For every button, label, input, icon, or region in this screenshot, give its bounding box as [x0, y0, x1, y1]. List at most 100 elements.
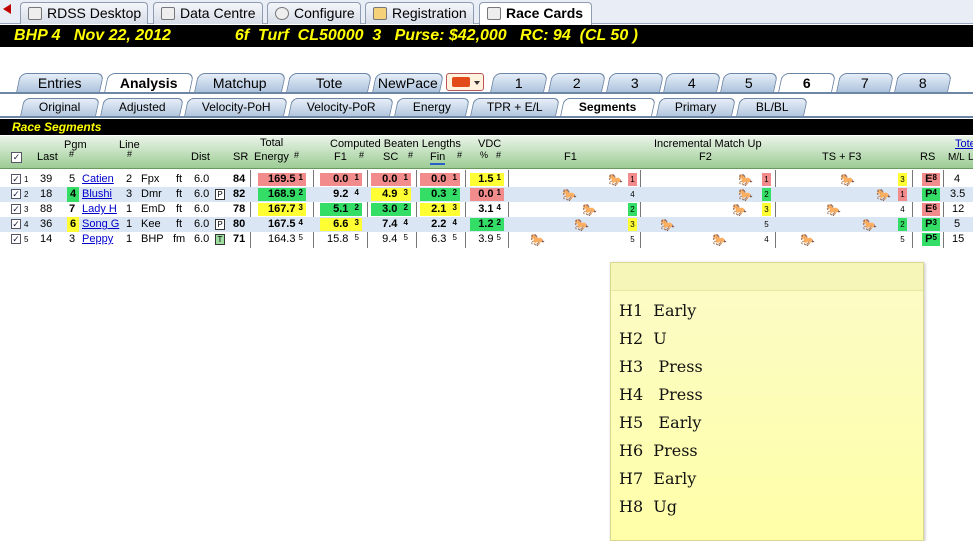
subtab-energy[interactable]: Energy: [394, 98, 470, 116]
horse-name-link[interactable]: Catien: [82, 172, 114, 187]
line-number: 1: [126, 203, 133, 215]
header-last: Last: [37, 151, 58, 163]
tab-race-3[interactable]: 3: [605, 73, 665, 93]
running-style: P5: [922, 233, 940, 246]
distance: 6.0: [194, 173, 210, 185]
subtab-velocity-poh[interactable]: Velocity-PoH: [184, 98, 288, 116]
header-ml: M/L: [948, 152, 965, 163]
table-row[interactable]: ✓ 1 39 5 Catien 2 Fpx ft 6.0 84 169.5 1 …: [0, 172, 973, 187]
horse-name-link[interactable]: Peppy: [82, 232, 113, 247]
morning-line: 4: [954, 173, 961, 185]
tab-tote[interactable]: Tote: [285, 73, 373, 93]
sticky-note[interactable]: H1 Early H2 U H3 Press H4 Press H5 Early…: [610, 262, 924, 541]
horse-position-icon: 🐎: [712, 233, 727, 247]
race-header: BHP 4 Nov 22, 2012 6f Turf CL50000 3 Purs…: [0, 25, 973, 47]
sc-value: 0.0 1: [371, 173, 411, 186]
imu-f1-rank: 2: [628, 203, 637, 216]
imu-f1-rank: 3: [628, 218, 637, 231]
running-style: P3: [922, 218, 940, 231]
header-energy-hash: #: [294, 150, 300, 160]
header-computed-beaten-lengths: Computed Beaten Lengths: [330, 138, 461, 150]
track-code: BHP: [141, 233, 164, 245]
table-row[interactable]: ✓ 5 14 3 Peppy 1 BHP fm 6.0 T 71 164.3 5…: [0, 232, 973, 247]
subtab-tpr-el[interactable]: TPR + E/L: [470, 98, 560, 116]
tab-entries[interactable]: Entries: [15, 73, 105, 93]
horse-name-link[interactable]: Lady H: [82, 202, 117, 217]
note-line: H5 Early: [619, 413, 702, 432]
tab-race-2[interactable]: 2: [547, 73, 607, 93]
tab-configure[interactable]: Configure: [267, 2, 361, 24]
tab-registration[interactable]: Registration: [365, 2, 474, 24]
line-number: 3: [126, 188, 133, 200]
tab-analysis[interactable]: Analysis: [103, 73, 195, 93]
track-condition: ft: [176, 188, 183, 200]
flag-dropdown[interactable]: [446, 73, 484, 91]
header-f1-hash: #: [359, 150, 365, 160]
header-dist: Dist: [191, 151, 210, 163]
horse-position-icon: 🐎: [574, 218, 589, 232]
select-all-checkbox[interactable]: ✓: [11, 152, 22, 163]
horse-position-icon: 🐎: [738, 173, 753, 187]
row-index: 3: [24, 205, 29, 214]
subtab-velocity-por[interactable]: Velocity-PoR: [288, 98, 394, 116]
horse-name-link[interactable]: Song G: [82, 217, 119, 232]
imu-ts-rank: 1: [898, 188, 907, 201]
line-number: 1: [126, 233, 133, 245]
speed-rating: 80: [233, 218, 246, 230]
subtab-primary[interactable]: Primary: [656, 98, 736, 116]
table-row[interactable]: ✓ 4 36 6 Song G 1 Kee ft 6.0 P 80 167.5 …: [0, 217, 973, 232]
horse-name-link[interactable]: Blushi: [82, 187, 112, 202]
tab-race-cards[interactable]: Race Cards: [479, 2, 592, 25]
note-line: H3 Press: [619, 357, 703, 376]
row-checkbox[interactable]: ✓: [11, 189, 21, 199]
race-cards-window: RDSS Desktop Data Centre Configure Regis…: [0, 0, 973, 541]
header-fin[interactable]: Fin: [430, 151, 446, 165]
tab-data-centre[interactable]: Data Centre: [153, 2, 263, 24]
horse-position-icon: 🐎: [738, 188, 753, 202]
subtab-original[interactable]: Original: [20, 98, 100, 116]
subtab-adjusted[interactable]: Adjusted: [100, 98, 184, 116]
header-sc: SC: [383, 151, 399, 163]
surface-marker: T: [215, 234, 225, 245]
horse-position-icon: 🐎: [800, 233, 815, 247]
tab-matchup[interactable]: Matchup: [193, 73, 287, 93]
table-row[interactable]: ✓ 3 88 7 Lady H 1 EmD ft 6.0 78 167.7 3 …: [0, 202, 973, 217]
track-code: Dmr: [141, 188, 162, 200]
row-checkbox[interactable]: ✓: [11, 234, 21, 244]
horse-icon: [28, 7, 42, 20]
tab-row-divider: [0, 92, 973, 94]
racecard-icon: [487, 7, 501, 20]
f1-value: 15.8 5: [327, 233, 359, 245]
back-arrow-icon[interactable]: [3, 4, 11, 14]
row-checkbox[interactable]: ✓: [11, 204, 21, 214]
program-number: 5: [68, 173, 76, 185]
distance: 6.0: [194, 203, 210, 215]
running-style: E8: [922, 173, 940, 186]
subtab-bl-bl[interactable]: BL/BL: [736, 98, 808, 116]
horse-position-icon: 🐎: [582, 203, 597, 217]
header-pgm: Pgm: [64, 139, 87, 151]
energy-value: 164.3 5: [267, 233, 303, 245]
row-checkbox[interactable]: ✓: [11, 174, 21, 184]
header-imu-f2: F2: [699, 151, 712, 163]
sc-value: 7.4 4: [382, 218, 408, 230]
tab-race-1[interactable]: 1: [489, 73, 549, 93]
subtab-segments[interactable]: Segments: [560, 98, 656, 116]
tab-race-7[interactable]: 7: [835, 73, 895, 93]
surface-marker: P: [215, 219, 225, 230]
table-row[interactable]: ✓ 2 18 4 Blushi 3 Dmr ft 6.0 P 82 168.9 …: [0, 187, 973, 202]
tab-race-6[interactable]: 6: [777, 73, 837, 93]
tab-race-5[interactable]: 5: [719, 73, 779, 93]
tab-newpace[interactable]: NewPace: [371, 73, 445, 93]
header-tote-link[interactable]: Tote: [955, 138, 973, 150]
vdc-value: 3.9 5: [478, 233, 501, 245]
sticky-note-title-bar[interactable]: [611, 263, 923, 291]
header-vdc-hash: #: [496, 150, 502, 160]
tab-race-4[interactable]: 4: [662, 73, 722, 93]
row-checkbox[interactable]: ✓: [11, 219, 21, 229]
tab-race-8[interactable]: 8: [893, 73, 953, 93]
header-pgm-hash: #: [69, 149, 75, 159]
last-days: 36: [40, 218, 53, 230]
row-index: 1: [24, 175, 29, 184]
tab-rdss-desktop[interactable]: RDSS Desktop: [20, 2, 148, 24]
